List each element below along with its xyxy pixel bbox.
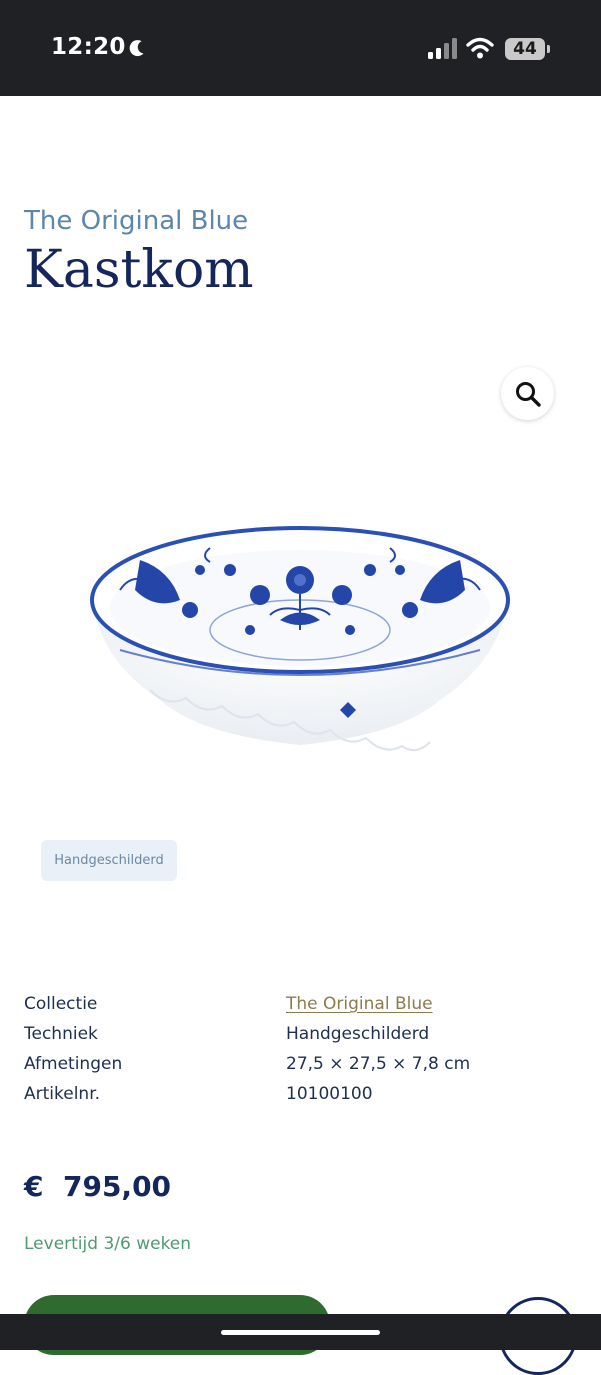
spec-value: 10100100 xyxy=(286,1084,373,1104)
spec-row-article: Artikelnr. 10100100 xyxy=(24,1084,584,1114)
price: € 795,00 xyxy=(24,1170,172,1203)
product-image[interactable] xyxy=(80,500,520,760)
specs-table: Collectie The Original Blue Techniek Han… xyxy=(24,994,584,1114)
spec-value: Handgeschilderd xyxy=(286,1024,430,1044)
tag-badge: Handgeschilderd xyxy=(41,840,177,881)
spec-row-collection: Collectie The Original Blue xyxy=(24,994,584,1024)
delivery-time: Levertijd 3/6 weken xyxy=(24,1234,192,1254)
spec-label: Techniek xyxy=(24,1024,98,1044)
spec-row-dimensions: Afmetingen 27,5 × 27,5 × 7,8 cm xyxy=(24,1054,584,1084)
spec-row-technique: Techniek Handgeschilderd xyxy=(24,1024,584,1054)
battery-cap xyxy=(547,45,550,53)
spec-label: Afmetingen xyxy=(24,1054,123,1074)
status-time: 12:20 xyxy=(51,34,126,60)
status-bar: 12:20 44 xyxy=(0,0,601,96)
spec-value: 27,5 × 27,5 × 7,8 cm xyxy=(286,1054,471,1074)
signal-icon xyxy=(428,38,457,59)
moon-icon xyxy=(129,40,144,57)
collection-subtitle: The Original Blue xyxy=(24,206,249,236)
home-indicator[interactable] xyxy=(221,1330,380,1335)
battery-icon: 44 xyxy=(505,38,545,60)
magnifier-icon xyxy=(515,381,541,407)
wifi-icon xyxy=(466,37,494,59)
home-bar xyxy=(0,1314,601,1350)
product-title: Kastkom xyxy=(24,240,254,300)
collection-link[interactable]: The Original Blue xyxy=(286,994,433,1014)
zoom-button[interactable] xyxy=(501,367,554,420)
spec-label: Collectie xyxy=(24,994,98,1014)
spec-label: Artikelnr. xyxy=(24,1084,101,1104)
